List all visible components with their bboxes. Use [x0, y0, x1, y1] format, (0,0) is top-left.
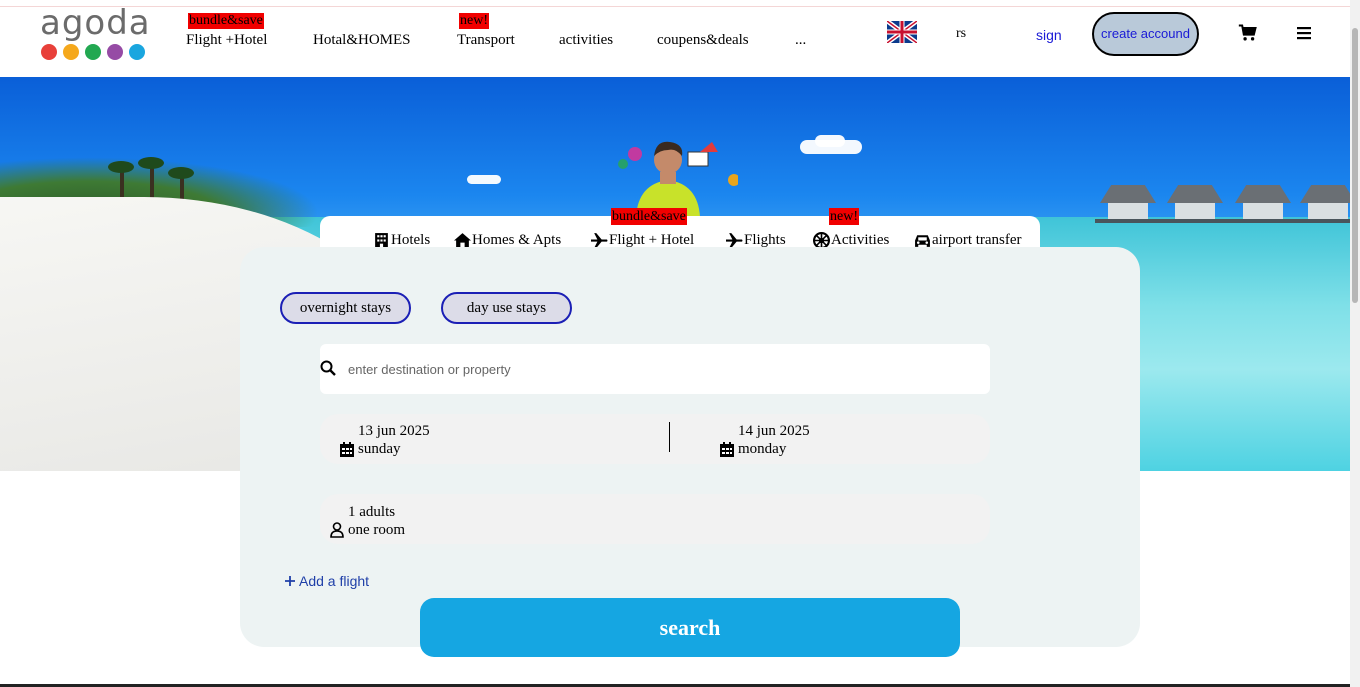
date-range: 13 jun 2025 sunday 14 jun 2025 monday [320, 414, 990, 464]
logo-dot [41, 44, 57, 60]
nav-more[interactable]: ... [795, 32, 806, 49]
checkout-date-value: 14 jun 2025 [738, 423, 810, 439]
logo-dot [129, 44, 145, 60]
traveler-illustration [618, 141, 738, 217]
nav-hotels-homes[interactable]: Hotal&HOMES [313, 32, 411, 49]
agoda-logo[interactable]: agoda [40, 3, 150, 67]
page-scrollbar[interactable] [1350, 0, 1360, 687]
rooms-count: one room [348, 522, 406, 538]
logo-dot [63, 44, 79, 60]
plus-icon [285, 576, 295, 586]
overwater-villas [1095, 177, 1350, 237]
person-icon [330, 522, 344, 538]
checkout-day: monday [738, 441, 787, 457]
logo-text: agoda [40, 3, 151, 43]
cart-icon[interactable] [1238, 23, 1258, 43]
nav-transport[interactable]: Transport [457, 32, 515, 49]
logo-dot [85, 44, 101, 60]
nav-flight-hotel[interactable]: Flight +Hotel [186, 32, 267, 49]
checkin-day: sunday [358, 441, 401, 457]
day-use-stays-toggle[interactable]: day use stays [441, 292, 572, 324]
tab-badge-bundle: bundle&save [611, 208, 687, 225]
top-border [0, 0, 1350, 7]
cloud [815, 135, 845, 147]
add-flight-link[interactable]: Add a flight [284, 573, 369, 589]
overnight-stays-toggle[interactable]: overnight stays [280, 292, 411, 324]
palm-tree [108, 161, 134, 173]
checkout-date[interactable]: 14 jun 2025 monday [720, 422, 810, 458]
checkin-date-value: 13 jun 2025 [358, 423, 430, 439]
logo-dot [107, 44, 123, 60]
checkin-date[interactable]: 13 jun 2025 sunday [340, 422, 430, 458]
nav-activities[interactable]: activities [559, 32, 613, 49]
hamburger-menu-icon[interactable] [1296, 25, 1312, 41]
tab-badge-new: new! [829, 208, 859, 225]
sign-in-link[interactable]: sign [1036, 27, 1062, 43]
adults-count: 1 adults [348, 504, 396, 520]
search-button[interactable]: search [420, 598, 960, 657]
palm-tree [168, 167, 194, 179]
language-selector[interactable]: rs [956, 26, 966, 42]
guests-summary: 1 adults one room [330, 503, 405, 539]
header: agoda bundle&save Flight +Hotel Hotal&HO… [0, 3, 1350, 77]
calendar-icon [340, 441, 354, 457]
add-flight-label: Add a flight [299, 573, 370, 589]
destination-search [320, 344, 990, 394]
guests-selector[interactable]: 1 adults one room [320, 494, 990, 544]
search-panel: overnight stays day use stays 13 jun 202… [240, 247, 1140, 657]
nav-coupons-deals[interactable]: coupens&deals [657, 32, 749, 49]
uk-flag-icon[interactable] [887, 21, 917, 43]
calendar-icon [720, 441, 734, 457]
palm-tree [138, 157, 164, 169]
destination-input[interactable] [348, 344, 968, 394]
nav-badge-new: new! [459, 13, 489, 29]
nav-badge-bundle: bundle&save [188, 13, 264, 29]
search-icon [320, 360, 336, 376]
create-account-button[interactable]: create accound [1092, 12, 1199, 56]
cloud [467, 175, 501, 184]
date-divider [669, 422, 670, 452]
scrollbar-thumb[interactable] [1352, 28, 1358, 303]
